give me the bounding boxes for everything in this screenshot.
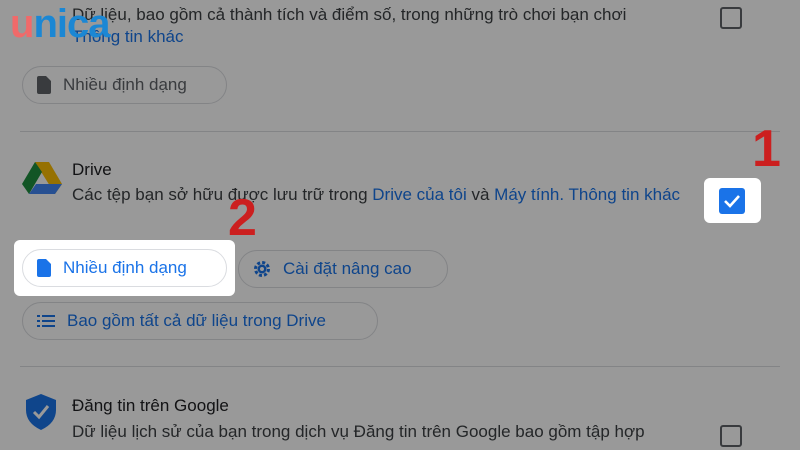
games-format-chip[interactable]: Nhiều định dạng [22,66,227,104]
computer-link[interactable]: Máy tính. [494,185,564,204]
games-checkbox[interactable] [720,7,742,29]
checkmark-icon [724,195,740,208]
drive-logo-icon [22,162,62,194]
divider [20,131,780,132]
shield-check-icon [26,394,56,430]
games-description: Dữ liệu, bao gồm cả thành tích và điểm s… [72,5,627,48]
posts-title: Đăng tin trên Google [72,396,229,415]
gear-icon [254,261,270,277]
drive-checkbox[interactable] [719,188,745,214]
step-1-annotation: 1 [752,120,781,178]
drive-title: Drive [72,160,112,179]
games-info-link[interactable]: Thông tin khác [72,26,626,48]
takeout-page: Dữ liệu, bao gồm cả thành tích và điểm s… [0,0,800,450]
step-2-annotation: 2 [228,189,257,247]
unica-logo: unica [10,2,110,46]
drive-description: Các tệp bạn sở hữu được lưu trữ trong Dr… [72,185,681,204]
posts-checkbox[interactable] [720,425,742,447]
drive-include-all-chip[interactable]: Bao gồm tất cả dữ liệu trong Drive [22,302,378,340]
file-icon [37,259,51,277]
posts-description: Dữ liệu lịch sử của bạn trong dịch vụ Đă… [72,422,645,441]
file-icon [37,76,51,94]
divider [20,366,780,367]
list-icon [37,315,55,327]
drive-format-chip[interactable]: Nhiều định dạng [22,249,227,287]
my-drive-link[interactable]: Drive của tôi [372,185,466,204]
drive-advanced-settings-chip[interactable]: Cài đặt nâng cao [238,250,448,288]
drive-info-link[interactable]: Thông tin khác [569,185,681,204]
